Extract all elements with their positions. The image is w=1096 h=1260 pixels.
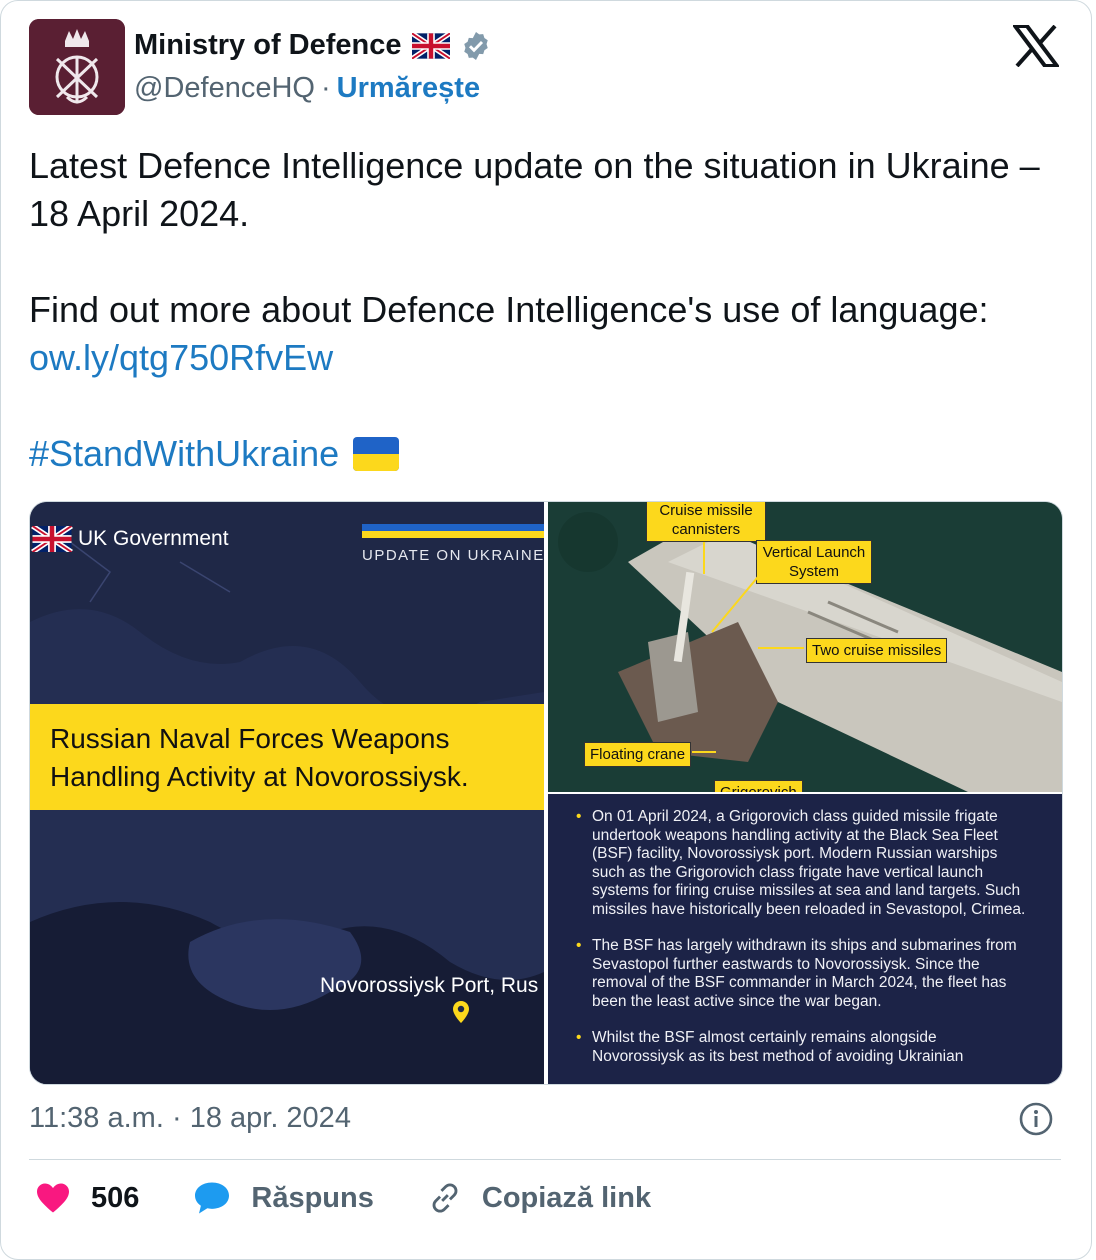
media-image-text[interactable]: On 01 April 2024, a Grigorovich class gu… xyxy=(548,794,1062,1084)
bullet-item: On 01 April 2024, a Grigorovich class gu… xyxy=(576,808,1026,919)
tweet-link[interactable]: ow.ly/qtg750RfvEw xyxy=(29,337,333,378)
info-icon[interactable] xyxy=(1018,1101,1054,1137)
media-image-map[interactable]: UK Government UPDATE ON UKRAINE Russian … xyxy=(30,502,544,1084)
reply-label: Răspuns xyxy=(251,1181,374,1214)
hashtag-line: #StandWithUkraine xyxy=(29,430,1049,478)
ukraine-stripe-icon xyxy=(362,524,544,538)
bullet-item: The BSF has largely withdrawn its ships … xyxy=(576,937,1026,1011)
tweet-line-1: Latest Defence Intelligence update on th… xyxy=(29,145,1040,234)
tag-cannisters-line-2: cannisters xyxy=(671,521,741,538)
tag-vls-line-1: Vertical Launch xyxy=(762,544,866,561)
reply-button[interactable]: Răspuns xyxy=(193,1181,374,1215)
avatar[interactable] xyxy=(29,19,125,115)
tweet-line-2-text: Find out more about Defence Intelligence… xyxy=(29,289,989,330)
divider xyxy=(29,1159,1061,1160)
tag-grigorovich: Grigorovich xyxy=(714,780,803,792)
media-image-satellite[interactable]: Cruise missile cannisters Vertical Launc… xyxy=(548,502,1062,792)
handle-separator: · xyxy=(320,72,331,104)
tag-crane: Floating crane xyxy=(584,742,692,767)
x-logo-icon[interactable] xyxy=(1013,25,1059,67)
timestamp-separator: · xyxy=(171,1102,182,1134)
media-grid[interactable]: UK Government UPDATE ON UKRAINE Russian … xyxy=(29,501,1063,1085)
headline-line-1: Russian Naval Forces Weapons xyxy=(50,723,450,754)
mod-crest-icon xyxy=(29,19,125,115)
ukraine-flag-icon xyxy=(353,437,400,471)
action-bar: 506 Răspuns Copiază link xyxy=(35,1181,705,1215)
tweet-card: Ministry of Defence @DefenceHQ · Urmăreș… xyxy=(0,0,1092,1260)
tweet-line-2: Find out more about Defence Intelligence… xyxy=(29,286,1049,382)
like-count: 506 xyxy=(91,1181,140,1214)
tweet-text: Latest Defence Intelligence update on th… xyxy=(29,142,1049,478)
follow-button[interactable]: Urmărește xyxy=(337,72,480,105)
update-on-ukraine-label: UPDATE ON UKRAINE xyxy=(362,547,544,564)
tag-cannisters-line-1: Cruise missile xyxy=(659,502,753,519)
verified-badge-icon xyxy=(463,31,488,60)
bullet-item: Whilst the BSF almost certainly remains … xyxy=(576,1029,1026,1066)
tag-vls: Vertical Launch System xyxy=(756,540,872,584)
headline-banner: Russian Naval Forces Weapons Handling Ac… xyxy=(30,704,544,810)
tag-cannisters: Cruise missile cannisters xyxy=(646,502,766,542)
timestamp-date: 18 apr. 2024 xyxy=(189,1102,351,1134)
timestamp-time: 11:38 a.m. xyxy=(29,1102,164,1134)
like-button[interactable]: 506 xyxy=(35,1182,139,1215)
author-handle-row: @DefenceHQ · Urmărește xyxy=(134,72,480,105)
copy-link-label: Copiază link xyxy=(481,1181,652,1214)
uk-gov-logo: UK Government xyxy=(30,526,229,552)
tag-missiles: Two cruise missiles xyxy=(806,638,948,663)
location-pin-icon xyxy=(453,1001,469,1023)
hashtag-link[interactable]: #StandWithUkraine xyxy=(29,430,339,478)
timestamp[interactable]: 11:38 a.m. · 18 apr. 2024 xyxy=(29,1102,351,1135)
author-name-row: Ministry of Defence xyxy=(134,29,492,62)
bullet-list: On 01 April 2024, a Grigorovich class gu… xyxy=(576,808,1026,1084)
copy-link-button[interactable]: Copiază link xyxy=(428,1181,651,1215)
heart-icon xyxy=(37,1183,69,1213)
uk-flag-icon xyxy=(411,32,450,59)
link-icon xyxy=(432,1183,458,1213)
uk-gov-label: UK Government xyxy=(78,527,229,550)
author-display-name[interactable]: Ministry of Defence xyxy=(134,29,402,62)
reply-bubble-icon xyxy=(195,1182,230,1214)
uk-gov-flag-icon xyxy=(31,526,73,552)
headline-line-2: Handling Activity at Novorossiysk. xyxy=(50,761,469,792)
author-handle[interactable]: @DefenceHQ xyxy=(134,72,315,105)
port-label: Novorossiysk Port, Rus xyxy=(320,974,539,997)
tag-vls-line-2: System xyxy=(788,563,839,580)
